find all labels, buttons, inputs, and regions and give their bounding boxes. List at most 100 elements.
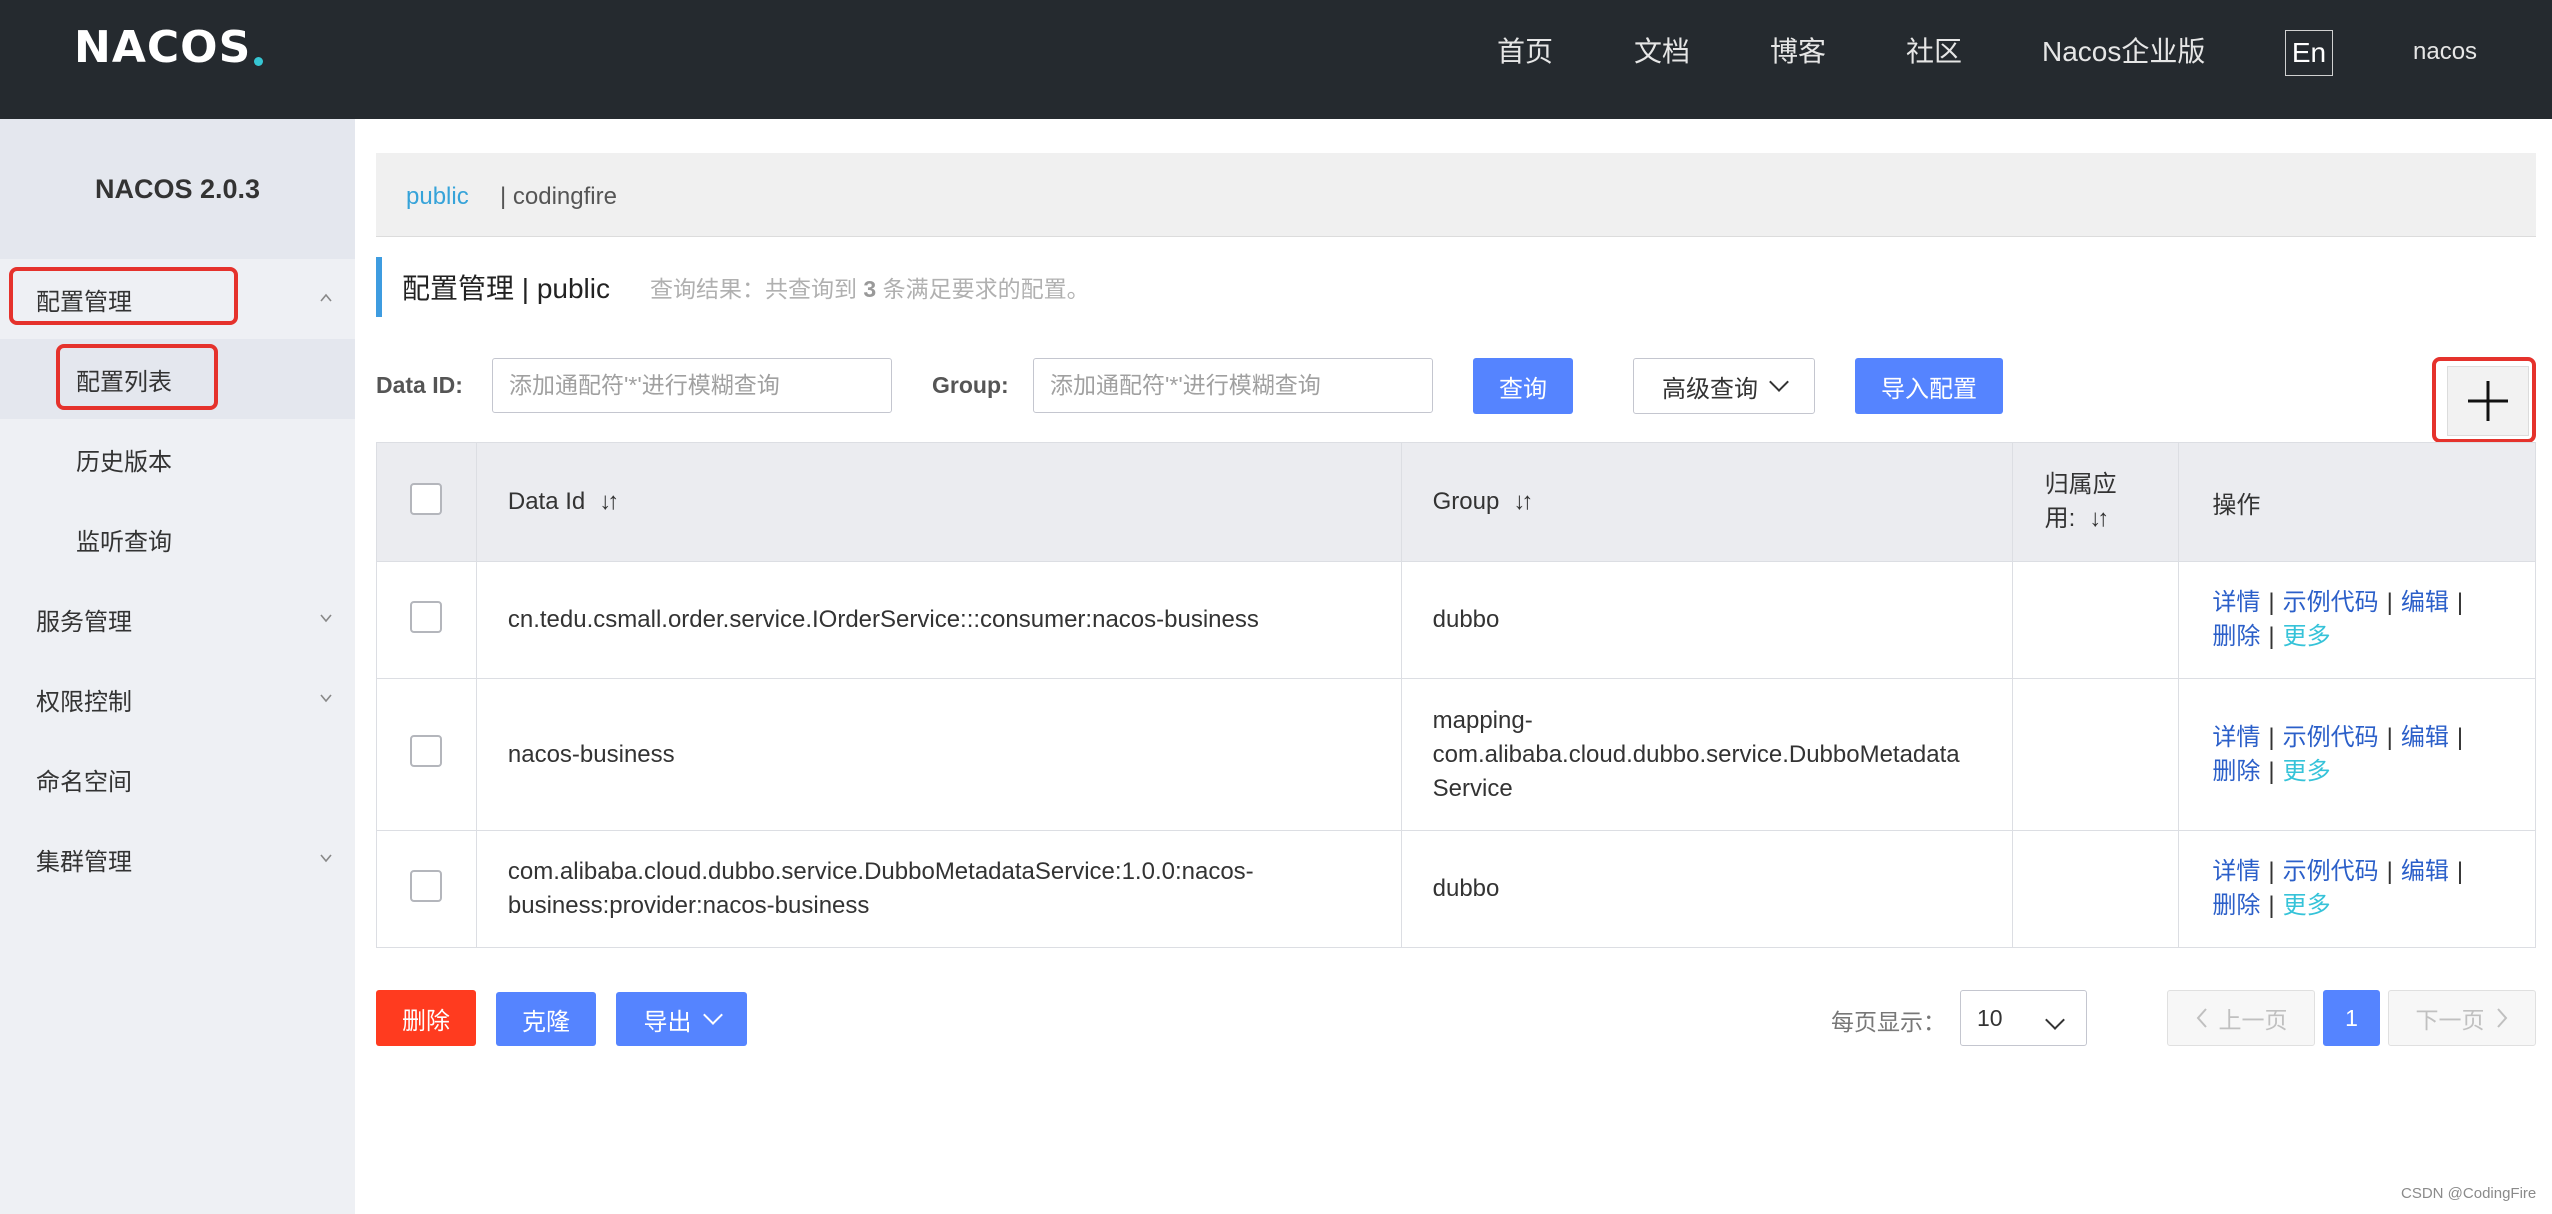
header-select-all[interactable] (376, 442, 477, 562)
dataid-search-input[interactable] (492, 358, 892, 413)
sidebar-item-access-control[interactable]: 权限控制 (0, 659, 355, 739)
sidebar-item-history[interactable]: 历史版本 (0, 419, 355, 499)
chevron-down-icon (702, 1005, 723, 1025)
sort-icon[interactable]: ↓↑ (1513, 488, 1533, 516)
sample-code-link[interactable]: 示例代码 (2283, 858, 2379, 885)
nav-enterprise[interactable]: Nacos企业版 (2042, 30, 2205, 70)
export-button[interactable]: 导出 (616, 992, 747, 1046)
sidebar-item-cluster-management[interactable]: 集群管理 (0, 819, 355, 899)
user-name[interactable]: nacos (2413, 38, 2477, 66)
page-size-select[interactable]: 10 (1960, 990, 2087, 1046)
row-checkbox[interactable] (410, 735, 443, 767)
advanced-search-button[interactable]: 高级查询 (1633, 358, 1815, 414)
header-app[interactable]: 归属应 用: ↓↑ (2011, 442, 2180, 562)
dataid-cell: cn.tedu.csmall.order.service.IOrderServi… (475, 561, 1402, 679)
plus-icon (2468, 381, 2508, 421)
chevron-down-icon (2045, 1010, 2065, 1030)
delete-link[interactable]: 删除 (2212, 892, 2260, 919)
header-dataid[interactable]: Data Id ↓↑ (475, 442, 1402, 562)
sort-icon[interactable]: ↓↑ (599, 488, 619, 516)
page-size-value: 10 (1977, 1004, 2003, 1031)
table-header-row: Data Id ↓↑ Group ↓↑ 归属应 用: ↓↑ 操作 (376, 442, 2536, 562)
sample-code-link[interactable]: 示例代码 (2283, 724, 2379, 751)
page-size-label: 每页显示： (1831, 1009, 1946, 1035)
nav-home[interactable]: 首页 (1497, 30, 1553, 70)
nav-community[interactable]: 社区 (1906, 30, 1962, 70)
row-select-cell[interactable] (376, 830, 477, 948)
row-checkbox[interactable] (410, 869, 443, 902)
sidebar-item-namespace[interactable]: 命名空间 (0, 739, 355, 819)
detail-link[interactable]: 详情 (2212, 724, 2260, 751)
next-page-button[interactable]: 下一页 (2388, 990, 2536, 1046)
import-config-button[interactable]: 导入配置 (1855, 358, 2003, 414)
operations-cell: 详情 | 示例代码 | 编辑 | 删除 | 更多 (2178, 561, 2536, 679)
edit-link[interactable]: 编辑 (2401, 858, 2449, 885)
detail-link[interactable]: 详情 (2212, 589, 2260, 616)
row-select-cell[interactable] (376, 678, 477, 831)
chevron-left-icon (2196, 1008, 2207, 1028)
sidebar-item-label: 命名空间 (36, 768, 132, 796)
language-switch-button[interactable]: En (2285, 30, 2333, 76)
sample-code-link[interactable]: 示例代码 (2283, 589, 2379, 616)
add-config-button[interactable] (2447, 366, 2529, 436)
clone-button[interactable]: 克隆 (496, 992, 596, 1046)
result-suffix: 条满足要求的配置。 (882, 276, 1090, 302)
logo-dot (254, 56, 264, 66)
group-cell: dubbo (1400, 561, 2013, 679)
prev-page-button[interactable]: 上一页 (2167, 990, 2315, 1046)
namespace-codingfire[interactable]: | codingfire (500, 183, 617, 211)
nacos-logo[interactable]: NACOS (74, 21, 264, 73)
page-1-button[interactable]: 1 (2323, 990, 2380, 1046)
row-select-cell[interactable] (376, 561, 477, 679)
batch-delete-button[interactable]: 删除 (376, 990, 476, 1046)
row-checkbox[interactable] (410, 600, 443, 633)
result-prefix: 查询结果：共查询到 (650, 276, 857, 302)
sidebar-item-label: 权限控制 (36, 688, 132, 716)
sidebar-item-service-management[interactable]: 服务管理 (0, 579, 355, 659)
result-count: 3 (863, 276, 877, 302)
dataid-cell: com.alibaba.cloud.dubbo.service.DubboMet… (475, 830, 1402, 948)
detail-link[interactable]: 详情 (2212, 858, 2260, 885)
sidebar-item-label: 监听查询 (76, 528, 172, 556)
header-operations: 操作 (2178, 442, 2536, 562)
group-cell: dubbo (1400, 830, 2013, 948)
group-label: Group: (932, 372, 1009, 398)
logo-text: NACOS (74, 21, 252, 73)
edit-link[interactable]: 编辑 (2401, 589, 2449, 616)
group-search-input[interactable] (1033, 358, 1433, 413)
sort-icon[interactable]: ↓↑ (2089, 502, 2109, 536)
namespace-public[interactable]: public (406, 183, 469, 211)
chevron-down-icon (320, 854, 332, 863)
app-cell (2011, 561, 2180, 679)
more-link[interactable]: 更多 (2283, 623, 2331, 650)
table-row: nacos-business mapping- com.alibaba.clou… (376, 678, 2536, 831)
select-all-checkbox[interactable] (410, 482, 443, 515)
config-table: Data Id ↓↑ Group ↓↑ 归属应 用: ↓↑ 操作 cn.tedu.csm… (376, 442, 2536, 948)
delete-link[interactable]: 删除 (2212, 758, 2260, 785)
search-button[interactable]: 查询 (1473, 358, 1573, 414)
sidebar-item-label: 集群管理 (36, 848, 132, 876)
watermark: CSDN @CodingFire (2401, 1185, 2537, 1202)
sidebar-item-listener-query[interactable]: 监听查询 (0, 499, 355, 579)
delete-link[interactable]: 删除 (2212, 623, 2260, 650)
chevron-down-icon (320, 694, 332, 703)
sidebar-item-label: 服务管理 (36, 608, 132, 636)
header-group[interactable]: Group ↓↑ (1400, 442, 2013, 562)
chevron-up-icon (320, 293, 332, 302)
advanced-search-label: 高级查询 (1662, 375, 1758, 403)
more-link[interactable]: 更多 (2283, 892, 2331, 919)
chevron-right-icon (2496, 1008, 2507, 1028)
app-cell (2011, 830, 2180, 948)
export-label: 导出 (643, 1008, 692, 1036)
operations-cell: 详情 | 示例代码 | 编辑 | 删除 | 更多 (2178, 678, 2536, 831)
sidebar-item-label: 历史版本 (76, 448, 172, 476)
nav-docs[interactable]: 文档 (1634, 30, 1690, 70)
nav-blog[interactable]: 博客 (1770, 30, 1826, 70)
dataid-cell: nacos-business (475, 678, 1402, 831)
query-result-summary: 查询结果：共查询到 3 条满足要求的配置。 (650, 270, 1090, 304)
sidebar-title: NACOS 2.0.3 (0, 119, 355, 259)
page-heading: 配置管理 | public 查询结果：共查询到 3 条满足要求的配置。 (376, 257, 1090, 317)
more-link[interactable]: 更多 (2283, 758, 2331, 785)
edit-link[interactable]: 编辑 (2401, 724, 2449, 751)
group-cell: mapping- com.alibaba.cloud.dubbo.service… (1400, 678, 2013, 831)
